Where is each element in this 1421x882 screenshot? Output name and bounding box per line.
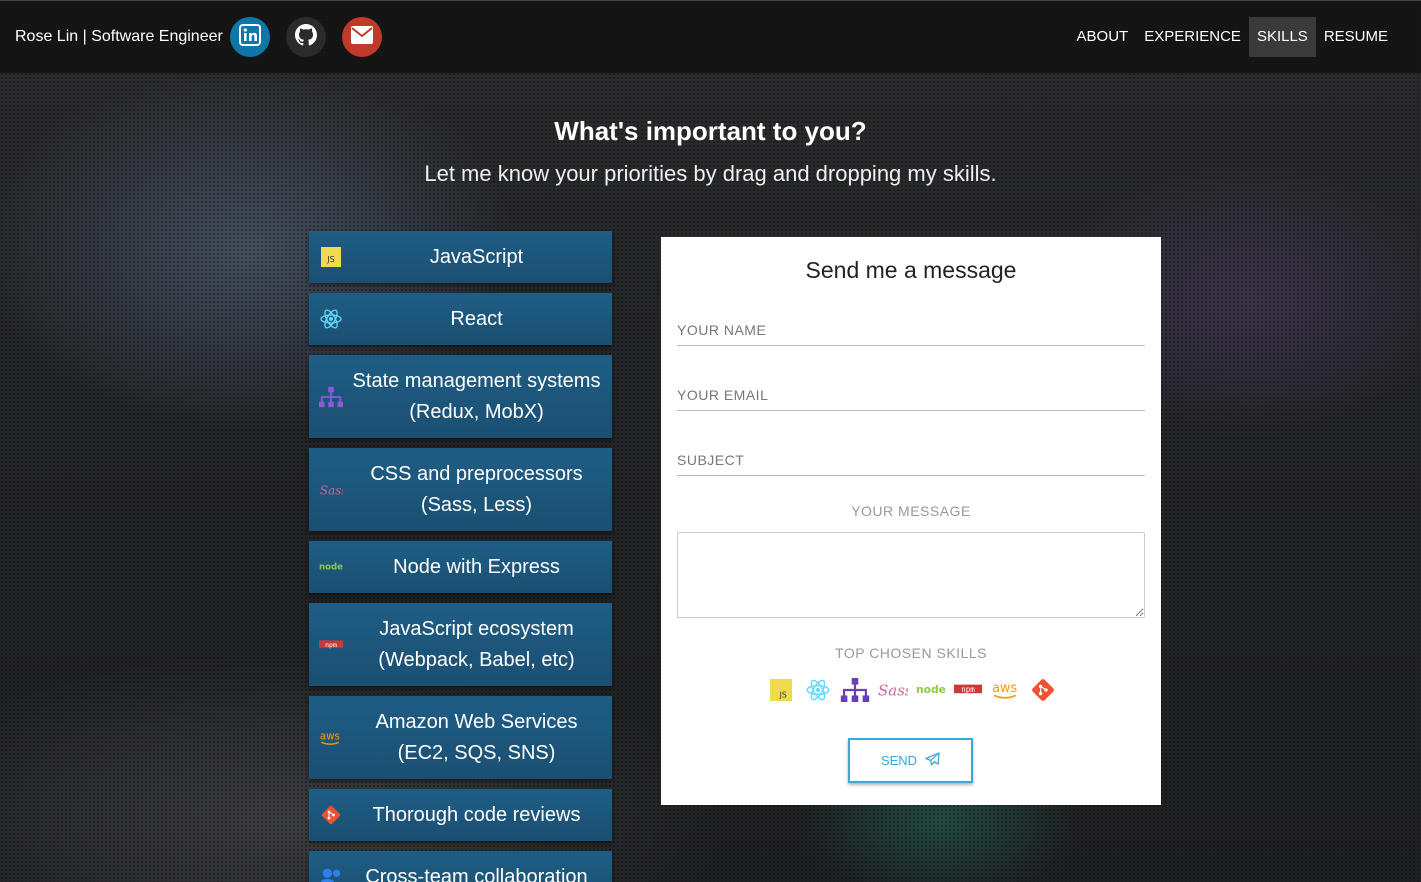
nav-about[interactable]: ABOUT [1069, 17, 1137, 57]
skill-card-css[interactable]: Sass CSS and preprocessors (Sass, Less) [309, 448, 612, 531]
svg-text:JS: JS [779, 691, 787, 700]
subject-input[interactable] [677, 444, 1145, 476]
svg-text:Sass: Sass [320, 483, 343, 497]
git-icon [1029, 677, 1058, 703]
skill-card-state-management[interactable]: State management systems (Redux, MobX) [309, 355, 612, 438]
skill-label: Cross-team collaboration [365, 865, 588, 882]
nav-resume[interactable]: RESUME [1316, 17, 1396, 57]
paper-plane-icon [925, 752, 940, 769]
svg-text:aws: aws [992, 681, 1017, 696]
page-title: What's important to you? [554, 116, 867, 146]
skill-label: CSS and preprocessors (Sass, Less) [370, 462, 583, 516]
skill-label: JavaScript [429, 245, 524, 268]
js-icon: JS [767, 677, 796, 703]
social-links [229, 17, 382, 57]
skill-card-collaboration[interactable]: Cross-team collaboration [309, 851, 612, 882]
svg-text:npm: npm [325, 640, 337, 648]
send-label: SEND [880, 753, 918, 768]
message-textarea[interactable] [677, 532, 1145, 618]
skill-label: Thorough code reviews [372, 803, 581, 826]
svg-text:npm: npm [961, 685, 975, 694]
npm-icon: npm [319, 633, 343, 657]
nav-skills[interactable]: SKILLS [1248, 17, 1316, 57]
github-link[interactable] [285, 17, 326, 57]
users-icon [319, 865, 343, 882]
git-icon [319, 803, 343, 827]
svg-text:JS: JS [326, 255, 334, 264]
sitemap-icon [319, 385, 343, 409]
email-link[interactable] [341, 17, 382, 57]
svg-text:node: node [319, 563, 343, 573]
linkedin-link[interactable] [229, 17, 270, 57]
section-heading: What's important to you? Let me know you… [0, 116, 1421, 187]
aws-icon: aws [991, 677, 1021, 703]
github-icon [294, 24, 317, 50]
nav-experience[interactable]: EXPERIENCE [1136, 17, 1249, 57]
react-icon [804, 677, 833, 703]
svg-text:aws: aws [320, 730, 340, 742]
skill-label: JavaScript ecosystem (Webpack, Babel, et… [378, 617, 575, 671]
skill-card-javascript[interactable]: JS JavaScript [309, 231, 612, 283]
node-icon: node [319, 555, 343, 579]
message-label: YOUR MESSAGE [851, 503, 971, 519]
skill-card-node[interactable]: node Node with Express [309, 541, 612, 593]
skill-label: Amazon Web Services (EC2, SQS, SNS) [375, 710, 578, 764]
skill-card-react[interactable]: React [309, 293, 612, 345]
skill-label: React [450, 307, 503, 330]
page-subtitle: Let me know your priorities by drag and … [424, 161, 997, 186]
node-icon: node [916, 677, 946, 703]
form-title: Send me a message [805, 257, 1017, 283]
skills-list: JS JavaScript React State management sys… [309, 231, 612, 882]
skill-card-aws[interactable]: aws Amazon Web Services (EC2, SQS, SNS) [309, 696, 612, 779]
navbar: Rose Lin | Software Engineer ABOUT EXPER… [0, 0, 1421, 73]
email-input[interactable] [677, 379, 1145, 411]
sitemap-icon [840, 677, 870, 703]
top-skills-label: TOP CHOSEN SKILLS [835, 645, 987, 661]
brand-title: Rose Lin | Software Engineer [15, 28, 223, 45]
skill-label: Node with Express [393, 555, 560, 578]
skill-card-code-reviews[interactable]: Thorough code reviews [309, 789, 612, 841]
skill-card-js-ecosystem[interactable]: npm JavaScript ecosystem (Webpack, Babel… [309, 603, 612, 686]
linkedin-icon [238, 24, 261, 50]
sass-icon: Sass [878, 677, 908, 703]
top-skills-icons: JS Sass node npm aws [767, 677, 1057, 703]
envelope-icon [350, 26, 373, 48]
aws-icon: aws [319, 726, 343, 750]
svg-text:node: node [916, 683, 946, 696]
skill-label: State management systems (Redux, MobX) [352, 369, 601, 423]
contact-form: Send me a message YOUR MESSAGE TOP CHOSE… [661, 237, 1161, 805]
js-icon: JS [319, 245, 343, 269]
name-input[interactable] [677, 314, 1145, 346]
npm-icon: npm [954, 677, 983, 703]
sass-icon: Sass [319, 478, 343, 502]
svg-text:Sass: Sass [878, 681, 908, 699]
nav-links: ABOUT EXPERIENCE SKILLS RESUME [1069, 17, 1396, 57]
send-button[interactable]: SEND [848, 738, 973, 783]
react-icon [319, 307, 343, 331]
